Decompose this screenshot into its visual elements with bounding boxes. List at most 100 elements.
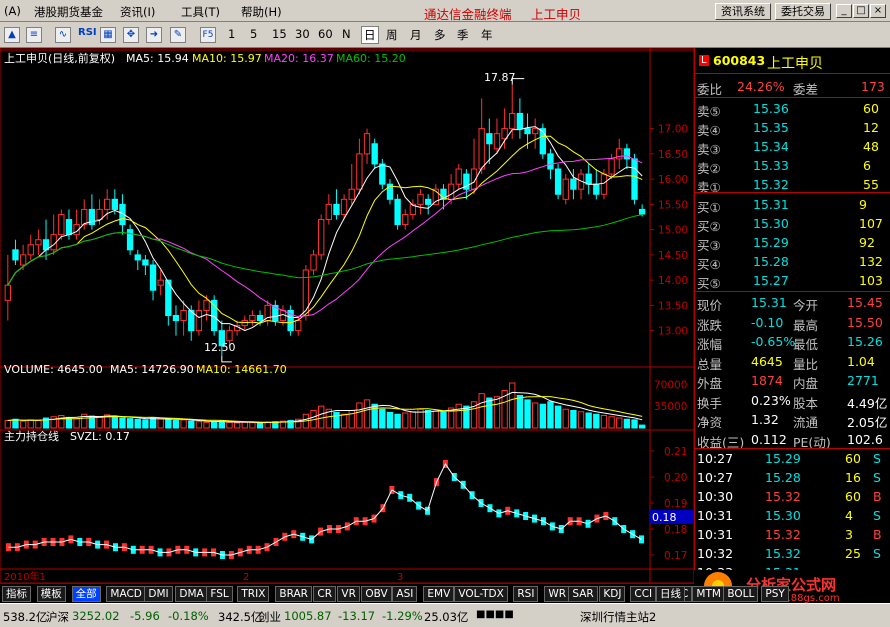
period-season[interactable]: 季 [457, 27, 469, 43]
rsi-button[interactable]: RSI [78, 27, 97, 38]
tab-vol-tdx[interactable]: VOL-TDX [454, 586, 508, 602]
volume-bar [363, 399, 371, 429]
volume-bar [180, 419, 187, 429]
tab-brar[interactable]: BRAR [275, 586, 312, 602]
volume-bar [233, 422, 241, 429]
tab-boll[interactable]: BOLL [723, 586, 759, 602]
quote-row: 净资 1.32 流通 2.05亿 [695, 411, 890, 430]
date-label-mar: 3 [397, 572, 403, 583]
volume-bar [356, 402, 363, 429]
tick-time: 10:30 [697, 489, 734, 504]
tab-cr[interactable]: CR [313, 586, 337, 602]
period-multi[interactable]: 多 [434, 27, 446, 43]
tab-cci[interactable]: CCI [630, 586, 657, 602]
tab-daily[interactable]: 日线 [656, 586, 685, 602]
tab-dma[interactable]: DMA [175, 586, 208, 602]
period-year[interactable]: 年 [481, 27, 493, 43]
price-tick: 13.50 [658, 300, 688, 312]
kline-chart-panel[interactable]: 17.00 16.50 16.00 15.50 15.00 14.50 14.00 13.50… [0, 47, 695, 584]
tab-rsi[interactable]: RSI [513, 586, 539, 602]
volume-bar [35, 420, 42, 429]
pencil-icon[interactable]: ✎ [170, 27, 186, 43]
tab-sar[interactable]: SAR [568, 586, 598, 602]
kline-chart[interactable]: 17.00 16.50 16.00 15.50 15.00 14.50 14.00 13.50… [0, 47, 695, 584]
export-icon[interactable]: ➜ [146, 27, 162, 43]
tab-trix[interactable]: TRIX [237, 586, 270, 602]
menu-tools[interactable]: 工具(T) [181, 4, 220, 20]
tab-mtm[interactable]: MTM [692, 586, 725, 602]
tab-指标[interactable]: 指标 [2, 586, 31, 602]
tab-wr[interactable]: WR [544, 586, 571, 602]
candle-body [81, 208, 88, 226]
period-week[interactable]: 周 [386, 27, 398, 43]
tab-obv[interactable]: OBV [361, 586, 392, 602]
candle-body [379, 163, 386, 185]
volume-bar [562, 408, 569, 429]
candle-body [4, 284, 11, 301]
period-n[interactable]: N [342, 27, 351, 41]
quote-value: 0.112 [751, 431, 787, 447]
f5-button[interactable]: F5 [200, 27, 216, 43]
period-day[interactable]: 日 [361, 26, 379, 44]
volume-bar [241, 421, 248, 429]
bid-row: 买① 15.31 9 [695, 196, 890, 215]
period-5[interactable]: 5 [250, 27, 257, 41]
tab-全部[interactable]: 全部 [71, 586, 101, 602]
period-60[interactable]: 60 [318, 27, 333, 41]
candle-body [172, 314, 180, 322]
bid-row: 买③ 15.29 92 [695, 234, 890, 253]
tick-volume: 60 [845, 451, 861, 466]
tab-模板[interactable]: 模板 [36, 586, 66, 602]
period-30[interactable]: 30 [295, 27, 310, 41]
vol-ma5-legend: MA5: 14726.90 [110, 363, 194, 376]
candle-body [58, 213, 65, 236]
volume-bar [539, 403, 546, 429]
indicator-tab-bar: 指标 模板 全部 MACD DMI DMA FSL TRIX BRAR CR VR OBV ASI EMV… [0, 583, 789, 603]
ma60-legend: MA60: 15.20 [336, 52, 406, 65]
tab-psy[interactable]: PSY [761, 586, 789, 602]
tab-emv[interactable]: EMV [423, 586, 455, 602]
tab-dmi[interactable]: DMI [144, 586, 173, 602]
candle-body [35, 239, 42, 246]
tab-fsl[interactable]: FSL [206, 586, 233, 602]
quote-label: 净资 [697, 415, 723, 430]
grid-icon[interactable]: ▦ [100, 27, 116, 43]
menu-futures[interactable]: 港股期货基金 [34, 4, 103, 20]
volume-bar [73, 418, 80, 429]
list-icon[interactable]: ≡ [26, 27, 42, 43]
tab-asi[interactable]: ASI [392, 586, 418, 602]
quote-row: 现价 15.31 今开 15.45 [695, 294, 890, 313]
back-icon[interactable]: ▲ [4, 27, 20, 43]
maximize-icon[interactable]: □ [853, 4, 869, 18]
volume-bar [386, 411, 394, 429]
period-month[interactable]: 月 [410, 27, 422, 43]
volume-bar [394, 413, 401, 429]
tick-time: 10:27 [697, 470, 734, 485]
close-icon[interactable]: × [870, 4, 886, 18]
menu-help[interactable]: 帮助(H) [241, 4, 282, 20]
info-system-button[interactable]: 资讯系统 [715, 3, 771, 20]
quote-value: 2771 [847, 373, 879, 388]
quote-value: 15.50 [847, 314, 883, 330]
tab-macd[interactable]: MACD [106, 586, 146, 602]
candle-body [256, 314, 264, 322]
logo-text: 分析家公式网 [746, 576, 836, 594]
period-15[interactable]: 15 [272, 27, 287, 41]
window-menu[interactable]: (A) [4, 4, 21, 18]
ask-price: 15.36 [753, 101, 789, 116]
candle-body [111, 198, 118, 210]
period-1[interactable]: 1 [228, 27, 235, 41]
tab-vr[interactable]: VR [337, 586, 360, 602]
menu-info[interactable]: 资讯(I) [120, 4, 155, 20]
chart-icon[interactable]: ∿ [55, 27, 71, 43]
minimize-icon[interactable]: _ [836, 4, 852, 18]
volume-bar [600, 415, 608, 429]
indicator-tick: 0.19 [664, 498, 687, 510]
move-icon[interactable]: ✥ [123, 27, 139, 43]
trade-button[interactable]: 委托交易 [775, 3, 831, 20]
tab-kdj[interactable]: KDJ [599, 586, 626, 602]
candle-body [318, 219, 325, 256]
status-gem-amount: 25.03亿 [424, 610, 469, 624]
ask-label: 卖⑤ [697, 104, 721, 119]
volume-bar [585, 412, 592, 429]
